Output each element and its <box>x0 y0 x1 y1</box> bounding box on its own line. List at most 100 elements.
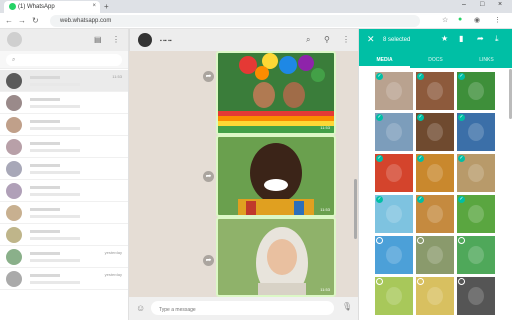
checked-icon[interactable]: ✓ <box>417 73 424 80</box>
close-icon[interactable]: ✕ <box>367 34 375 45</box>
menu-icon[interactable]: ⋮ <box>112 35 120 44</box>
checked-icon[interactable]: ✓ <box>458 196 465 203</box>
checked-icon[interactable]: ✓ <box>376 155 383 162</box>
chat-list-item[interactable] <box>0 180 128 202</box>
contact-name[interactable]: ▪ ▪▪ ▪▪ <box>160 38 172 44</box>
checked-icon[interactable]: ✓ <box>376 114 383 121</box>
profile-icon[interactable]: ◉ <box>474 16 480 24</box>
avatar[interactable] <box>138 33 152 47</box>
chat-list-item[interactable] <box>0 136 128 158</box>
media-thumbnail[interactable] <box>457 236 495 274</box>
checked-icon[interactable]: ✓ <box>417 155 424 162</box>
image-message[interactable]: 11:53 <box>216 217 336 297</box>
thumbnail-subject <box>427 82 443 100</box>
media-thumbnail[interactable]: ✓ <box>457 154 495 192</box>
unchecked-icon[interactable] <box>376 237 383 244</box>
delete-icon[interactable]: ▮ <box>459 34 463 43</box>
new-chat-icon[interactable]: ▤ <box>94 35 102 44</box>
media-thumbnail[interactable] <box>416 236 454 274</box>
media-thumbnail[interactable]: ✓ <box>416 113 454 151</box>
media-thumbnail[interactable]: ✓ <box>457 195 495 233</box>
thumbnail-subject <box>427 287 443 305</box>
star-icon[interactable]: ★ <box>441 34 448 43</box>
checked-icon[interactable]: ✓ <box>458 114 465 121</box>
chat-list-item[interactable]: yesterday <box>0 246 128 268</box>
avatar <box>6 227 22 243</box>
checked-icon[interactable]: ✓ <box>417 114 424 121</box>
unchecked-icon[interactable] <box>417 278 424 285</box>
tab-close-icon[interactable]: × <box>92 3 96 9</box>
forward-icon[interactable]: ➦ <box>203 255 214 266</box>
browser-menu-icon[interactable]: ⋮ <box>494 16 501 24</box>
search-input[interactable] <box>6 54 122 66</box>
tab-media[interactable]: MEDIA <box>359 57 410 63</box>
tab-docs[interactable]: DOCS <box>410 57 461 63</box>
back-icon[interactable]: ← <box>5 16 13 25</box>
chat-list-item[interactable] <box>0 158 128 180</box>
chat-list-item[interactable] <box>0 114 128 136</box>
media-thumbnail[interactable]: ✓ <box>457 113 495 151</box>
checked-icon[interactable]: ✓ <box>458 73 465 80</box>
forward-icon[interactable]: → <box>18 16 26 25</box>
media-thumbnail[interactable]: ✓ <box>375 113 413 151</box>
forward-icon[interactable]: ➦ <box>477 34 484 43</box>
media-thumbnail[interactable] <box>416 277 454 315</box>
browser-tab[interactable]: (1) WhatsApp × <box>4 1 100 13</box>
media-thumbnail[interactable]: ✓ <box>416 195 454 233</box>
maximize-button[interactable]: □ <box>480 1 484 8</box>
tab-links[interactable]: LINKS <box>461 57 512 63</box>
close-window-button[interactable]: × <box>498 1 502 8</box>
chat-list-pane: ▤ ⋮ ⌕ 11:53 yesterday yesterday <box>0 29 129 320</box>
avatar <box>6 205 22 221</box>
emoji-icon[interactable]: ☺ <box>136 303 145 313</box>
checked-icon[interactable]: ✓ <box>376 196 383 203</box>
message-time: 11:53 <box>320 287 330 292</box>
address-bar[interactable]: web.whatsapp.com <box>50 15 420 27</box>
unchecked-icon[interactable] <box>458 237 465 244</box>
message-time: 11:53 <box>320 125 330 130</box>
checked-icon[interactable]: ✓ <box>417 196 424 203</box>
media-thumbnail[interactable]: ✓ <box>375 195 413 233</box>
forward-icon[interactable]: ➦ <box>203 171 214 182</box>
forward-icon[interactable]: ➦ <box>203 71 214 82</box>
message-input[interactable] <box>151 301 334 315</box>
media-thumbnail[interactable]: ✓ <box>375 154 413 192</box>
url-text: web.whatsapp.com <box>60 18 112 24</box>
attach-icon[interactable]: ⚲ <box>324 35 330 44</box>
search-icon[interactable]: ⌕ <box>306 35 310 45</box>
chat-list-item[interactable] <box>0 202 128 224</box>
bookmark-star-icon[interactable]: ☆ <box>442 16 448 24</box>
avatar <box>6 161 22 177</box>
microphone-icon[interactable]: 🎙 <box>342 302 352 311</box>
unchecked-icon[interactable] <box>376 278 383 285</box>
menu-icon[interactable]: ⋮ <box>342 35 350 44</box>
reload-icon[interactable]: ↻ <box>32 16 39 25</box>
thumbnail-subject <box>427 205 443 223</box>
download-icon[interactable]: ⤓ <box>495 34 499 44</box>
image-message[interactable]: 11:53 <box>216 51 336 135</box>
media-thumbnail[interactable]: ✓ <box>375 72 413 110</box>
thumbnail-subject <box>427 164 443 182</box>
extension-icon[interactable]: ● <box>458 16 462 23</box>
scrollbar[interactable] <box>354 179 357 239</box>
media-thumbnail[interactable] <box>375 236 413 274</box>
checked-icon[interactable]: ✓ <box>376 73 383 80</box>
chat-list-item[interactable] <box>0 224 128 246</box>
media-thumbnail[interactable]: ✓ <box>416 154 454 192</box>
thumbnail-subject <box>386 123 402 141</box>
chat-list-item[interactable]: 11:53 <box>0 70 128 92</box>
checked-icon[interactable]: ✓ <box>458 155 465 162</box>
media-thumbnail[interactable]: ✓ <box>416 72 454 110</box>
chat-list-item[interactable]: yesterday <box>0 268 128 290</box>
image-message[interactable]: 11:53 <box>216 135 336 217</box>
unchecked-icon[interactable] <box>458 278 465 285</box>
avatar[interactable] <box>7 32 22 47</box>
chat-list-item[interactable] <box>0 92 128 114</box>
new-tab-button[interactable]: + <box>104 2 109 11</box>
minimize-button[interactable]: – <box>462 1 466 8</box>
chat-preview <box>30 281 80 284</box>
unchecked-icon[interactable] <box>417 237 424 244</box>
media-thumbnail[interactable] <box>457 277 495 315</box>
media-thumbnail[interactable] <box>375 277 413 315</box>
media-thumbnail[interactable]: ✓ <box>457 72 495 110</box>
